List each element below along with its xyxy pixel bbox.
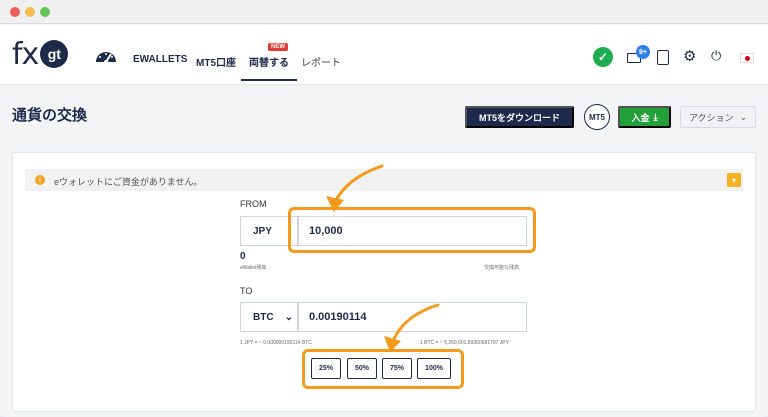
annotation-arrows (326, 164, 440, 352)
browser-window: fx gt EWALLETS MT5口座 両替する NEW レポート ✓ 9+ … (0, 0, 768, 417)
